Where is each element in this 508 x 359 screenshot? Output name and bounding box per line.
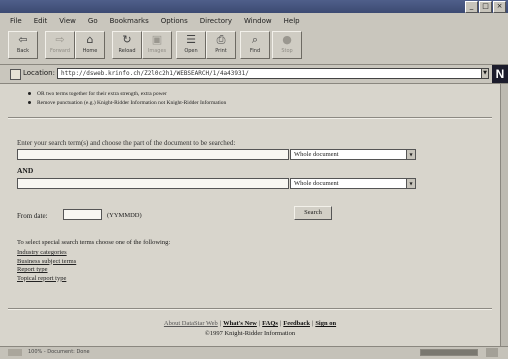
menu-file[interactable]: File: [10, 17, 22, 25]
images-button[interactable]: ▣ Images: [142, 31, 172, 59]
bookmark-icon[interactable]: [10, 69, 21, 80]
footer-link-feedback[interactable]: Feedback: [283, 320, 310, 327]
forward-arrow-icon: ⇨: [55, 33, 65, 46]
find-icon: ⌕: [251, 33, 259, 46]
progress-fill: [421, 350, 477, 355]
print-icon: ⎙: [216, 33, 226, 46]
open-button[interactable]: ☰ Open: [176, 31, 206, 59]
link-business-subject-terms[interactable]: Business subject terms: [17, 258, 76, 267]
and-operator-label: AND: [17, 166, 34, 175]
mail-icon[interactable]: [486, 348, 498, 357]
toolbar: ⇦ Back ⇨ Forward ⌂ Home ↻ Reload ▣ Image…: [0, 28, 508, 65]
status-text: 100% - Document: Done: [28, 349, 90, 355]
scope-select-2[interactable]: Whole document ▼: [290, 178, 416, 189]
reload-icon: ↻: [122, 33, 132, 46]
menu-directory[interactable]: Directory: [200, 17, 232, 25]
back-label: Back: [16, 48, 30, 54]
print-button[interactable]: ⎙ Print: [206, 31, 236, 59]
stop-icon: ●: [282, 33, 292, 46]
window-controls: _ □ ×: [465, 1, 506, 13]
from-date-input[interactable]: [63, 209, 102, 220]
close-button[interactable]: ×: [493, 1, 506, 13]
divider: [8, 117, 492, 119]
divider: [8, 308, 492, 310]
menu-bookmarks[interactable]: Bookmarks: [110, 17, 149, 25]
search-tips: OR two terms together for their extra st…: [28, 90, 226, 108]
page-content: OR two terms together for their extra st…: [0, 84, 500, 346]
tip-text: OR two terms together for their extra st…: [37, 91, 167, 97]
footer-link-about[interactable]: About DataStar Web: [164, 320, 218, 327]
link-report-type[interactable]: Report type: [17, 266, 76, 275]
from-date-label: From date:: [17, 212, 48, 220]
open-icon: ☰: [186, 33, 196, 46]
forward-label: Forward: [49, 48, 71, 54]
menu-go[interactable]: Go: [88, 17, 98, 25]
menu-view[interactable]: View: [59, 17, 76, 25]
chevron-down-icon: ▼: [406, 179, 415, 188]
back-arrow-icon: ⇦: [18, 33, 28, 46]
footer-link-whats-new[interactable]: What's New: [223, 320, 257, 327]
special-terms-intro: To select special search terms choose on…: [17, 239, 171, 246]
menu-edit[interactable]: Edit: [34, 17, 48, 25]
images-icon: ▣: [151, 33, 163, 46]
back-button[interactable]: ⇦ Back: [8, 31, 38, 59]
date-format-hint: (YYMMDD): [107, 212, 142, 219]
copyright: ©1997 Knight-Ridder Information: [204, 330, 296, 337]
stop-label: Stop: [281, 48, 293, 54]
home-button[interactable]: ⌂ Home: [75, 31, 105, 59]
home-label: Home: [82, 48, 98, 54]
menu-bar: File Edit View Go Bookmarks Options Dire…: [0, 13, 508, 28]
progress-bar: [420, 349, 478, 356]
link-topical-report-type[interactable]: Topical report type: [17, 275, 76, 284]
security-key-icon: [8, 349, 22, 356]
vertical-scrollbar[interactable]: [500, 84, 508, 346]
url-dropdown-button[interactable]: ▼: [481, 68, 489, 79]
find-button[interactable]: ⌕ Find: [240, 31, 270, 59]
netscape-logo-icon: N: [492, 65, 508, 83]
scope-select-1[interactable]: Whole document ▼: [290, 149, 416, 160]
print-label: Print: [215, 48, 227, 54]
forward-button[interactable]: ⇨ Forward: [45, 31, 75, 59]
menu-window[interactable]: Window: [244, 17, 272, 25]
scope-select-2-value: Whole document: [294, 180, 339, 187]
search-term-input-1[interactable]: [17, 149, 289, 160]
url-input[interactable]: http://dsweb.krinfo.ch/Z2l0c2h1/WEBSEARC…: [57, 68, 482, 79]
chevron-down-icon: ▼: [406, 150, 415, 159]
footer-link-sign-on[interactable]: Sign on: [315, 320, 336, 327]
maximize-button[interactable]: □: [479, 1, 492, 13]
reload-label: Reload: [118, 48, 136, 54]
special-terms-links: Industry categories Business subject ter…: [17, 249, 76, 283]
tip-item: Remove punctuation (e.g.) Knight-Ridder …: [28, 99, 226, 108]
stop-button[interactable]: ● Stop: [272, 31, 302, 59]
home-icon: ⌂: [86, 33, 94, 46]
status-bar: 100% - Document: Done: [0, 346, 508, 359]
scope-select-1-value: Whole document: [294, 151, 339, 158]
location-label: Location:: [23, 69, 55, 77]
images-label: Images: [147, 48, 167, 54]
search-button[interactable]: Search: [294, 206, 332, 220]
open-label: Open: [184, 48, 198, 54]
bullet-icon: [28, 101, 31, 105]
minimize-button[interactable]: _: [465, 1, 478, 13]
menu-options[interactable]: Options: [161, 17, 188, 25]
tip-text: Remove punctuation (e.g.) Knight-Ridder …: [37, 100, 227, 106]
menu-help[interactable]: Help: [284, 17, 300, 25]
link-industry-categories[interactable]: Industry categories: [17, 249, 76, 258]
footer-link-faqs[interactable]: FAQs: [262, 320, 278, 327]
search-instruction: Enter your search term(s) and choose the…: [17, 139, 236, 147]
tip-item: OR two terms together for their extra st…: [28, 90, 226, 99]
title-bar: _ □ ×: [0, 0, 508, 13]
bullet-icon: [28, 92, 31, 96]
find-label: Find: [249, 48, 261, 54]
footer-nav: About DataStar Web | What's New | FAQs | Feedb…: [163, 320, 337, 327]
location-bar: Location: http://dsweb.krinfo.ch/Z2l0c2h…: [0, 65, 508, 84]
search-term-input-2[interactable]: [17, 178, 289, 189]
reload-button[interactable]: ↻ Reload: [112, 31, 142, 59]
